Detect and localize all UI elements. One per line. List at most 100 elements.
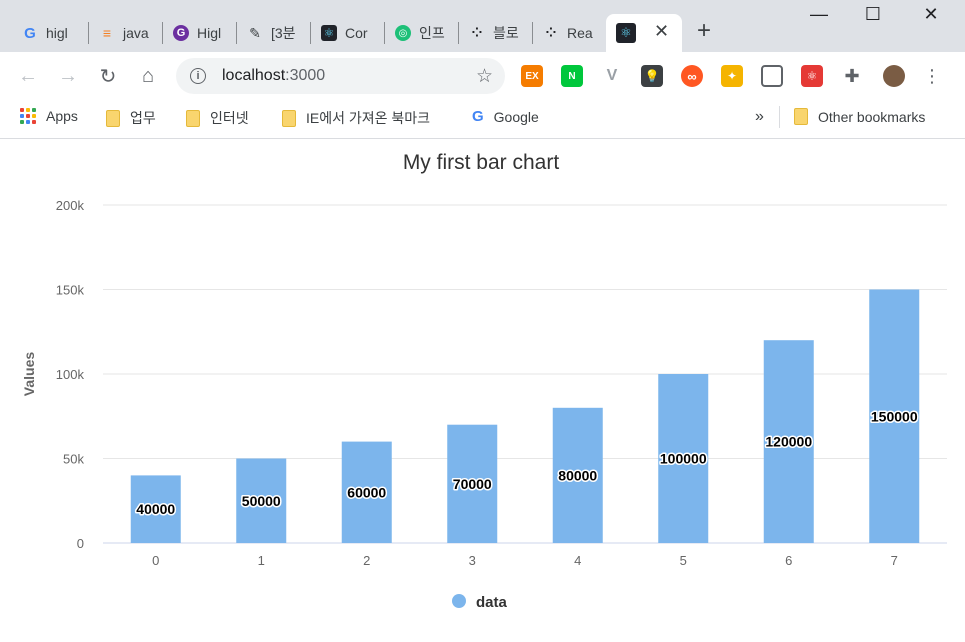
tab-5[interactable]: ◎ 인프 <box>385 14 457 52</box>
bookmark-label: 인터넷 <box>210 110 249 126</box>
tab-label: 인프 <box>419 25 445 41</box>
x-tick-label: 5 <box>680 553 687 568</box>
tab-label: Cor <box>345 25 368 41</box>
x-tick-label: 4 <box>574 553 581 568</box>
google-icon: G <box>472 108 484 125</box>
tab-label: 블로 <box>493 25 519 41</box>
x-tick-label: 3 <box>469 553 476 568</box>
back-icon[interactable]: ← <box>14 62 42 90</box>
data-label: 40000 <box>136 501 175 517</box>
avatar-icon[interactable] <box>883 65 905 87</box>
tab-label: [3분 <box>271 25 296 41</box>
stackoverflow-icon: ≡ <box>102 25 112 41</box>
home-icon[interactable]: ⌂ <box>134 62 162 90</box>
bar-chart: My first bar chart 0 50k 100k 150k 200k Valu… <box>21 151 947 611</box>
data-label: 100000 <box>660 451 707 467</box>
dots-icon: ⁘ <box>471 25 483 40</box>
chart-title: My first bar chart <box>403 151 560 174</box>
bookmark-apps[interactable]: Apps <box>20 108 78 124</box>
color-picker-icon[interactable]: ✦ <box>721 65 743 87</box>
dots-icon: ⁘ <box>545 25 557 40</box>
naver-icon[interactable]: N <box>561 65 583 87</box>
pen-icon: ✎ <box>249 24 261 41</box>
x-axis-ticks: 0 1 2 3 4 5 6 7 <box>152 553 898 568</box>
y-tick-label: 0 <box>77 536 84 551</box>
data-label: 70000 <box>453 476 492 492</box>
forward-icon[interactable]: → <box>54 62 82 90</box>
menu-icon[interactable]: ⋮ <box>918 62 946 90</box>
reload-icon[interactable]: ↻ <box>94 62 122 90</box>
bookmark-label: Other bookmarks <box>818 108 926 125</box>
y-tick-label: 100k <box>56 367 85 382</box>
close-window-icon[interactable]: ✕ <box>908 4 954 25</box>
bookmark-label: Apps <box>46 108 78 124</box>
bookmark-folder-internet[interactable]: 인터넷 <box>186 108 249 128</box>
tab-3[interactable]: ✎ [3분 <box>237 14 309 52</box>
folder-icon <box>794 108 808 125</box>
bookmark-label: 업무 <box>130 110 156 126</box>
data-label: 150000 <box>871 408 918 424</box>
tab-strip: G higl ≡ java G Higl ✎ [3분 ⚛ Cor ◎ 인프 ⁘ … <box>0 0 965 52</box>
react-icon: ⚛ <box>616 23 636 43</box>
window-icon[interactable] <box>761 65 783 87</box>
data-label: 60000 <box>347 484 386 500</box>
minimize-icon[interactable]: — <box>796 4 842 25</box>
y-axis-title: Values <box>21 352 37 397</box>
vue-icon[interactable]: V <box>601 65 623 87</box>
y-tick-label: 50k <box>63 452 84 467</box>
x-tick-label: 2 <box>363 553 370 568</box>
legend-label[interactable]: data <box>476 594 508 611</box>
x-tick-label: 1 <box>258 553 265 568</box>
bookmark-star-icon[interactable]: ☆ <box>476 65 493 88</box>
legend[interactable]: data <box>452 594 508 611</box>
ex-icon[interactable]: EX <box>521 65 543 87</box>
tab-label: Rea <box>567 25 593 41</box>
bookmarks-overflow-button[interactable]: » <box>755 108 764 126</box>
bookmark-folder-work[interactable]: 업무 <box>106 108 156 128</box>
x-tick-label: 0 <box>152 553 159 568</box>
info-icon[interactable]: i <box>190 68 206 84</box>
tab-1[interactable]: ≡ java <box>89 14 161 52</box>
react-devtools-icon[interactable]: ⚛ <box>801 65 823 87</box>
toolbar: ← → ↻ ⌂ i localhost:3000 ☆ EX N V 💡 ∞ ✦ … <box>0 52 965 100</box>
y-tick-label: 150k <box>56 283 85 298</box>
address-bar[interactable]: i localhost:3000 ☆ <box>176 58 505 94</box>
new-tab-icon[interactable]: + <box>697 17 711 45</box>
tab-7[interactable]: ⁘ Rea <box>533 14 605 52</box>
folder-icon <box>106 109 120 127</box>
data-label: 80000 <box>558 467 597 483</box>
tab-label: higl <box>46 25 68 41</box>
tab-label: Higl <box>197 25 222 41</box>
data-label: 120000 <box>765 434 812 450</box>
maximize-icon[interactable]: ☐ <box>850 4 896 25</box>
url-text: localhost:3000 <box>222 67 326 84</box>
bookmark-folder-ie[interactable]: IE에서 가져온 북마크 <box>282 108 430 128</box>
bookmark-label: Google <box>493 108 539 125</box>
tab-2[interactable]: G Higl <box>163 14 235 52</box>
legend-marker <box>452 594 466 608</box>
tab-active[interactable]: ⚛ <box>606 14 682 52</box>
other-bookmarks[interactable]: Other bookmarks <box>794 108 925 125</box>
bookmarks-bar: Apps 업무 인터넷 IE에서 가져온 북마크 G Google » Othe… <box>0 100 965 139</box>
folder-icon <box>186 109 200 127</box>
tab-0[interactable]: G higl <box>12 14 88 52</box>
bookmark-label: IE에서 가져온 북마크 <box>306 110 431 126</box>
apps-icon <box>20 108 36 124</box>
x-tick-label: 6 <box>785 553 792 568</box>
data-label: 50000 <box>242 493 281 509</box>
inflearn-icon: ◎ <box>395 25 411 41</box>
bulb-icon[interactable]: 💡 <box>641 65 663 87</box>
bookmark-google[interactable]: G Google <box>472 108 539 125</box>
puzzle-icon[interactable]: ✚ <box>841 65 863 87</box>
y-tick-label: 200k <box>56 198 85 213</box>
infinity-icon[interactable]: ∞ <box>681 65 703 87</box>
google-icon: G <box>24 24 36 42</box>
tab-6[interactable]: ⁘ 블로 <box>459 14 531 52</box>
react-icon: ⚛ <box>321 25 337 41</box>
x-tick-label: 7 <box>891 553 898 568</box>
grid-lines <box>103 204 947 544</box>
close-tab-icon[interactable]: ✕ <box>654 21 669 42</box>
tab-4[interactable]: ⚛ Cor <box>311 14 383 52</box>
y-axis-ticks: 0 50k 100k 150k 200k <box>56 198 85 551</box>
bookmarks-divider <box>779 106 780 128</box>
